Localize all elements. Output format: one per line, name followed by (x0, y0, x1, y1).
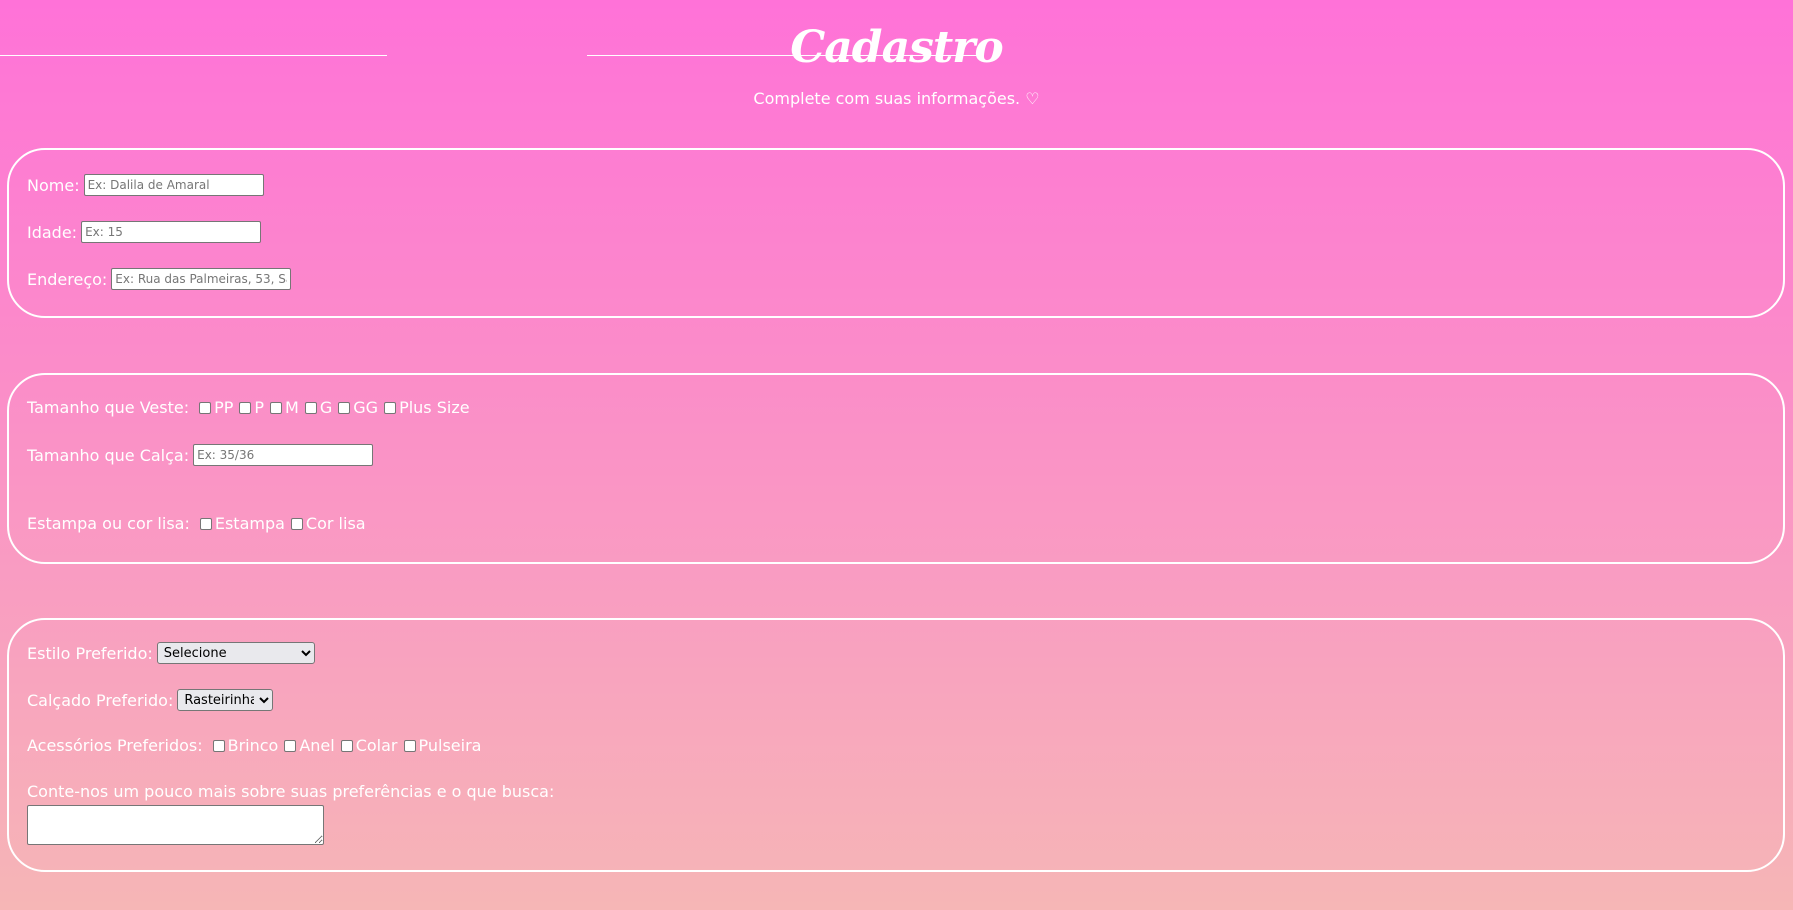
print-option-estampa[interactable]: Estampa (199, 514, 285, 533)
shoe-row: Calçado Preferido: Rasteirinha (27, 689, 274, 711)
address-row: Endereço: (27, 268, 292, 290)
size-label-pp: PP (214, 398, 234, 417)
address-input[interactable] (111, 268, 292, 290)
size-option-pp[interactable]: PP (199, 398, 233, 417)
accessory-label-pulseira: Pulseira (418, 736, 482, 755)
print-label: Estampa ou cor lisa: (27, 514, 190, 533)
accessory-option-pulseira[interactable]: Pulseira (403, 736, 482, 755)
accessory-label-anel: Anel (299, 736, 335, 755)
age-input[interactable] (81, 221, 262, 243)
shoe-select[interactable]: Rasteirinha (177, 689, 274, 711)
pants-size-input[interactable] (193, 444, 374, 466)
age-row: Idade: (27, 221, 262, 243)
accessory-option-brinco[interactable]: Brinco (212, 736, 279, 755)
size-checkbox-m[interactable] (270, 401, 283, 414)
accessory-checkbox-colar[interactable] (340, 739, 353, 752)
print-checkbox-estampa[interactable] (199, 517, 212, 530)
page-header: Cadastro Complete com suas informações. … (0, 0, 1793, 130)
clothing-size-row: Tamanho que Veste: PP P M G GG Plus Size (27, 398, 470, 417)
name-input[interactable] (83, 174, 264, 196)
pants-size-label: Tamanho que Calça: (27, 445, 190, 465)
size-checkbox-p[interactable] (239, 401, 252, 414)
size-option-g[interactable]: G (304, 398, 333, 417)
size-option-m[interactable]: M (270, 398, 299, 417)
accessory-checkbox-brinco[interactable] (212, 739, 225, 752)
accessories-row: Acessórios Preferidos: Brinco Anel Colar… (27, 736, 481, 755)
size-label-plus: Plus Size (399, 398, 470, 417)
print-checkbox-cor-lisa[interactable] (290, 517, 303, 530)
accessory-option-anel[interactable]: Anel (284, 736, 335, 755)
size-option-gg[interactable]: GG (338, 398, 378, 417)
name-row: Nome: (27, 174, 264, 196)
name-label: Nome: (27, 175, 80, 195)
comments-label: Conte-nos um pouco mais sobre suas prefe… (27, 782, 555, 801)
accessory-option-colar[interactable]: Colar (340, 736, 398, 755)
print-row: Estampa ou cor lisa: Estampa Cor lisa (27, 514, 366, 533)
preferences-section: Estilo Preferido: Selecione Calçado Pref… (7, 618, 1785, 872)
size-checkbox-plus[interactable] (384, 401, 397, 414)
style-select[interactable]: Selecione (156, 642, 315, 664)
style-label: Estilo Preferido: (27, 643, 153, 663)
age-label: Idade: (27, 222, 78, 242)
comments-row: Conte-nos um pouco mais sobre suas prefe… (27, 782, 558, 801)
style-row: Estilo Preferido: Selecione (27, 642, 315, 664)
personal-info-section: Nome: Idade: Endereço: (7, 148, 1785, 318)
accessory-label-brinco: Brinco (227, 736, 279, 755)
size-checkbox-g[interactable] (304, 401, 317, 414)
accessory-checkbox-anel[interactable] (284, 739, 297, 752)
print-label-estampa: Estampa (214, 514, 285, 533)
size-label-p: P (254, 398, 265, 417)
accessories-label: Acessórios Preferidos: (27, 736, 203, 755)
address-label: Endereço: (27, 269, 108, 289)
clothing-size-label: Tamanho que Veste: (27, 398, 190, 417)
size-label-g: G (319, 398, 333, 417)
shoe-label: Calçado Preferido: (27, 690, 174, 710)
page-subtitle: Complete com suas informações. ♡ (753, 89, 1040, 108)
accessory-label-colar: Colar (355, 736, 398, 755)
page-title: Cadastro (790, 22, 1003, 73)
print-option-cor-lisa[interactable]: Cor lisa (290, 514, 366, 533)
accessory-checkbox-pulseira[interactable] (403, 739, 416, 752)
sizes-section: Tamanho que Veste: PP P M G GG Plus Size… (7, 373, 1785, 564)
size-checkbox-pp[interactable] (199, 401, 212, 414)
size-label-gg: GG (353, 398, 379, 417)
size-option-p[interactable]: P (239, 398, 264, 417)
size-checkbox-gg[interactable] (338, 401, 351, 414)
size-option-plus[interactable]: Plus Size (384, 398, 470, 417)
pants-size-row: Tamanho que Calça: (27, 444, 374, 466)
print-label-cor-lisa: Cor lisa (305, 514, 366, 533)
size-label-m: M (285, 398, 299, 417)
comments-textarea[interactable] (27, 805, 324, 845)
